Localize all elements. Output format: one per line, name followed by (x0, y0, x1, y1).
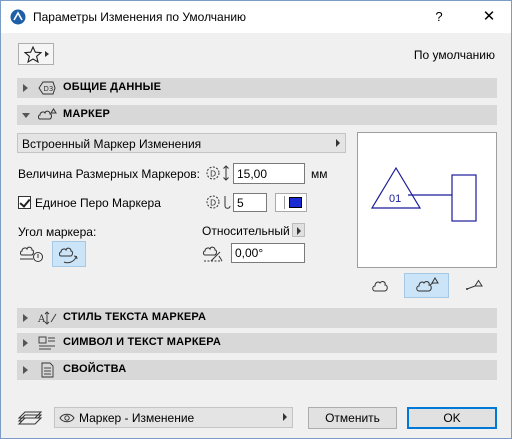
expand-chevron-icon (23, 339, 28, 347)
layer-dropdown[interactable]: Маркер - Изменение (54, 407, 293, 428)
section-marker-header[interactable]: МАРКЕР (17, 105, 497, 125)
section-general-header[interactable]: D3 ОБЩИЕ ДАННЫЕ (17, 78, 497, 98)
preview-marker-number: 01 (389, 193, 401, 205)
marker-size-input[interactable] (233, 163, 305, 184)
section-symbol-text-header[interactable]: СИМВОЛ И ТЕКСТ МАРКЕРА (17, 333, 497, 353)
pen-color-button[interactable] (275, 193, 307, 212)
help-button[interactable]: ? (429, 7, 449, 27)
pen-color-swatch (289, 197, 302, 208)
marker-angle-label: Угол маркера: (18, 225, 97, 239)
section-symbol-text-label: СИМВОЛ И ТЕКСТ МАРКЕРА (63, 336, 221, 348)
text-style-icon: A (37, 311, 57, 325)
document-list-icon (41, 362, 54, 378)
relative-menu-button[interactable] (292, 223, 305, 237)
angle-absolute-icon[interactable] (19, 243, 45, 265)
layers-icon (17, 411, 43, 425)
marker-size-label: Величина Размерных Маркеров: (18, 167, 200, 181)
angle-value-icon (203, 246, 223, 262)
marker-pen-icon: D (206, 195, 231, 209)
marker-size-icon: D (206, 165, 229, 181)
symbol-text-icon (38, 336, 55, 350)
layer-dropdown-value: Маркер - Изменение (79, 411, 195, 425)
svg-text:D: D (210, 199, 216, 208)
section-text-style-header[interactable]: A СТИЛЬ ТЕКСТА МАРКЕРА (17, 308, 497, 328)
favorites-arrow-icon (45, 51, 49, 57)
pen-number-input[interactable] (233, 193, 267, 212)
single-pen-checkbox[interactable] (18, 196, 31, 209)
dialog-window: Параметры Изменения по Умолчанию ? ✕ По … (0, 0, 512, 439)
expand-chevron-icon (23, 314, 28, 322)
angle-relative-icon (59, 247, 78, 264)
marker-shape-tag-only-icon[interactable] (464, 279, 484, 293)
eye-icon (59, 413, 75, 423)
ok-button[interactable]: OK (407, 407, 497, 429)
relative-label: Относительный (202, 224, 290, 238)
angle-relative-toggle[interactable] (52, 241, 86, 267)
marker-type-value: Встроенный Маркер Изменения (22, 137, 202, 151)
collapse-chevron-icon (22, 113, 30, 118)
svg-text:D: D (210, 170, 216, 179)
svg-text:A: A (37, 314, 46, 325)
dropdown-arrow-icon (283, 413, 287, 421)
cancel-button[interactable]: Отменить (308, 407, 397, 429)
star-icon (24, 46, 42, 63)
marker-shape-cloud-icon[interactable] (371, 278, 389, 294)
close-button[interactable]: ✕ (477, 7, 501, 27)
default-label: По умолчанию (413, 48, 495, 62)
expand-chevron-icon (23, 84, 28, 92)
id-tag-icon: D3 (38, 81, 56, 95)
marker-preview-drawing: 01 (370, 166, 477, 222)
marker-size-unit: мм (311, 167, 328, 181)
marker-angle-input[interactable] (231, 243, 305, 263)
section-text-style-label: СТИЛЬ ТЕКСТА МАРКЕРА (63, 311, 207, 323)
window-title: Параметры Изменения по Умолчанию (33, 10, 247, 24)
marker-cloud-icon (38, 108, 57, 120)
title-bar: Параметры Изменения по Умолчанию ? ✕ (1, 1, 511, 33)
pen-swatch-divider (284, 196, 285, 209)
section-general-label: ОБЩИЕ ДАННЫЕ (63, 81, 162, 93)
single-pen-label: Единое Перо Маркера (35, 196, 161, 210)
dropdown-arrow-icon (336, 139, 340, 147)
favorites-button[interactable] (18, 43, 54, 65)
section-marker-label: МАРКЕР (63, 108, 111, 120)
expand-chevron-icon (23, 366, 28, 374)
marker-shape-cloud-with-tag-toggle[interactable] (404, 273, 449, 298)
section-properties-label: СВОЙСТВА (63, 363, 127, 375)
relative-arrow-icon (297, 227, 301, 235)
archicad-app-icon (10, 9, 26, 25)
marker-type-dropdown[interactable]: Встроенный Маркер Изменения (17, 133, 346, 153)
marker-preview: 01 (357, 132, 497, 268)
svg-text:D3: D3 (44, 85, 54, 93)
section-properties-header[interactable]: СВОЙСТВА (17, 360, 497, 380)
marker-shape-cloud-tag-icon (416, 277, 439, 292)
